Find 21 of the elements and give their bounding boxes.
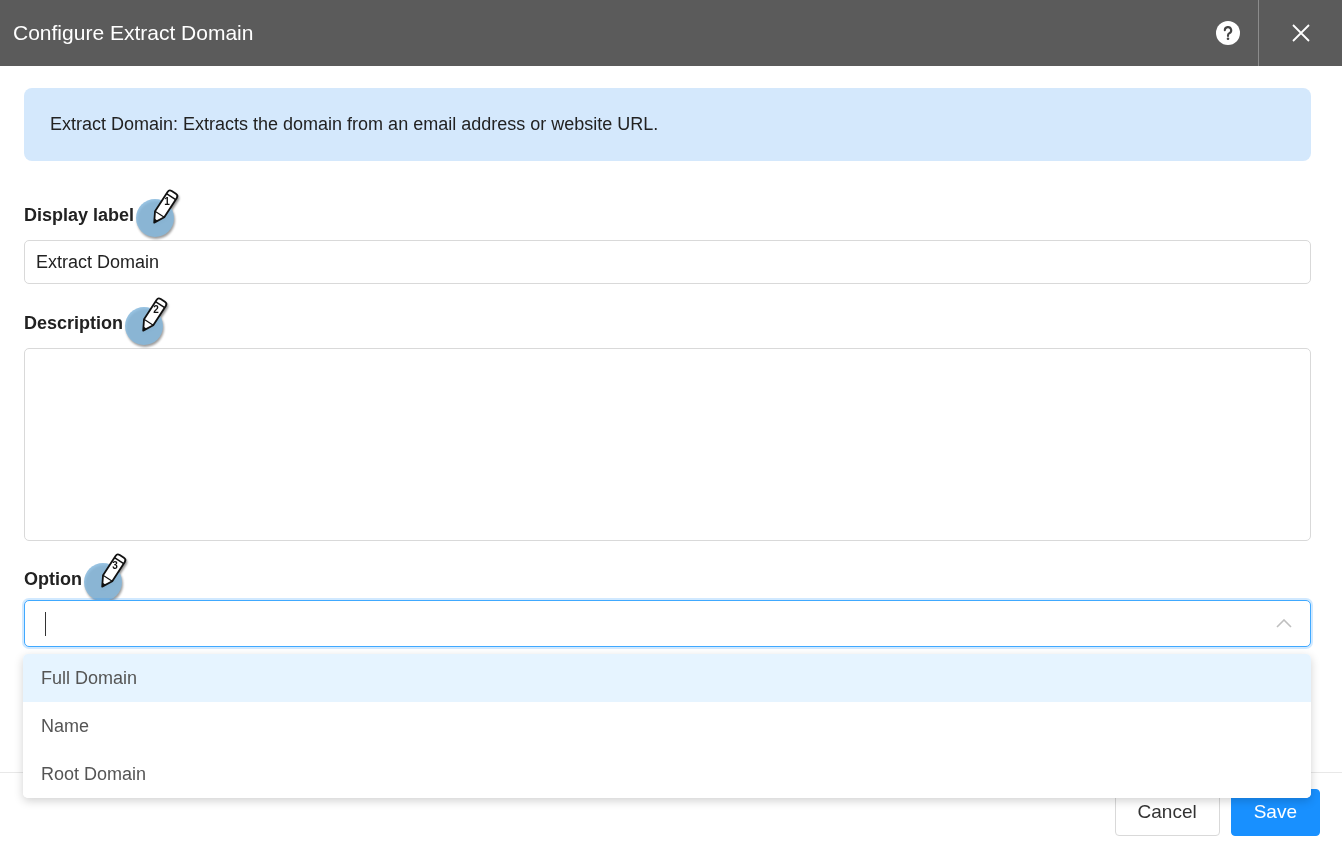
textarea-field[interactable]	[24, 348, 1311, 541]
dialog-title: Configure Extract Domain	[12, 20, 254, 47]
marker-number: 3	[111, 560, 119, 572]
help-icon	[1216, 21, 1240, 45]
pencil-marker-icon	[84, 552, 128, 602]
dropdown-option[interactable]: Name	[23, 702, 1311, 750]
field-label: Description	[24, 312, 124, 335]
field-label: Option	[24, 568, 82, 591]
close-icon	[1291, 24, 1310, 42]
info-text: Extract Domain: Extracts the domain from an email address or website URL.	[50, 113, 659, 136]
pencil-marker-icon	[125, 296, 170, 346]
field-label: Display label	[24, 204, 135, 227]
text-input[interactable]: Extract Domain	[24, 240, 1311, 284]
pencil-marker-icon	[136, 188, 181, 238]
dropdown-option[interactable]: Full Domain	[23, 654, 1311, 702]
dropdown-option[interactable]: Root Domain	[23, 750, 1311, 798]
select-field[interactable]	[24, 600, 1311, 647]
marker-number: 1	[163, 196, 171, 208]
text-cursor-icon	[45, 611, 46, 636]
marker-number: 2	[152, 304, 160, 316]
chevron-up-icon	[1276, 619, 1292, 628]
